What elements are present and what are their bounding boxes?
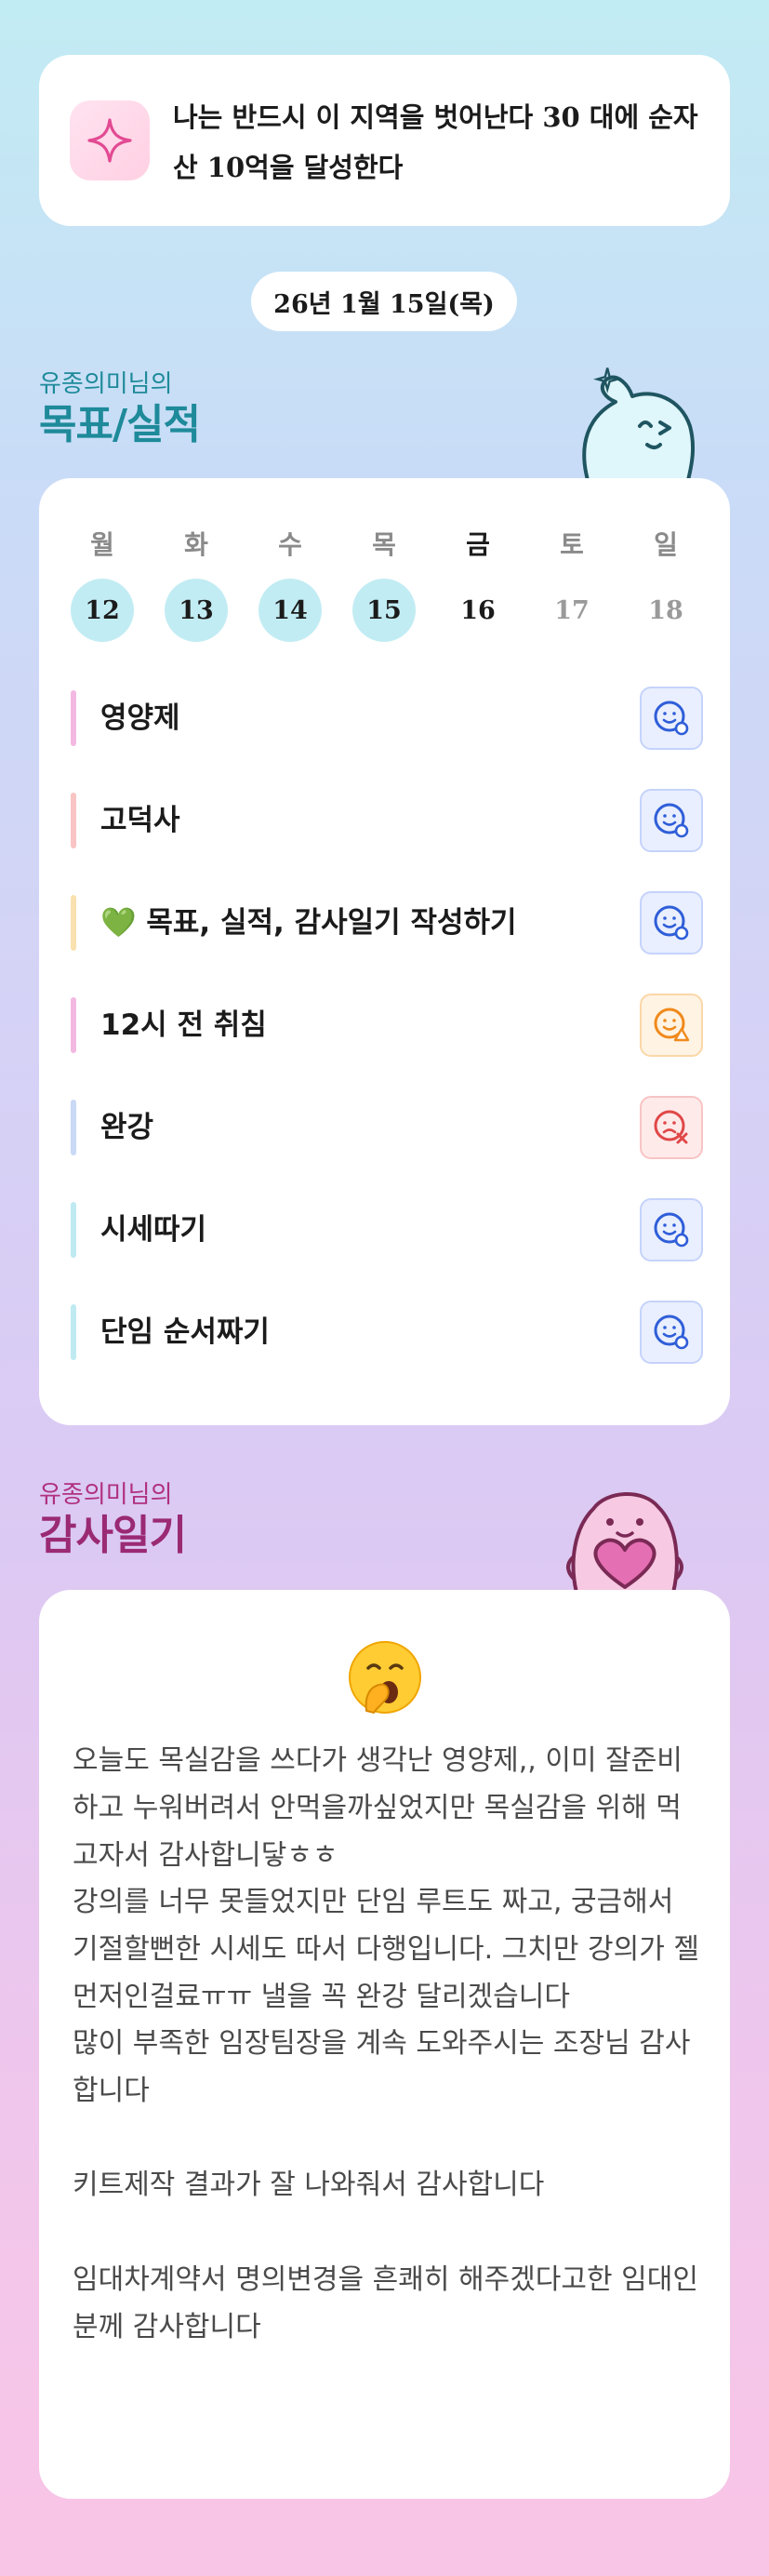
goal-color-bar xyxy=(71,690,76,746)
goal-label: 12시 전 취침 xyxy=(100,1008,267,1042)
date-sun[interactable]: 18 xyxy=(634,579,697,642)
goal-label: 단임 순서짜기 xyxy=(100,1315,270,1349)
goal-color-bar xyxy=(71,1202,76,1258)
goal-row[interactable]: 완강 xyxy=(71,1094,703,1161)
sad-x-icon[interactable] xyxy=(640,1096,703,1159)
date-fri[interactable]: 16 xyxy=(446,579,510,642)
goal-row[interactable]: 단임 순서짜기 xyxy=(71,1299,703,1366)
weekday-sun: 일 xyxy=(654,529,678,560)
weekday-wed: 수 xyxy=(278,529,302,560)
weekday-tue: 화 xyxy=(184,529,208,560)
gratitude-entry: 많이 부족한 임장팀장을 계속 도와주시는 조장님 감사합니다 xyxy=(73,2027,691,2107)
gratitude-card: 오늘도 목실감을 쓰다가 생각난 영양제,, 이미 잘준비하고 누워버려서 안먹… xyxy=(39,1590,730,2499)
date-thu[interactable]: 15 xyxy=(352,579,416,642)
goals-section-title: 목표/실적 xyxy=(39,401,201,448)
smile-check-icon[interactable] xyxy=(640,891,703,954)
smile-warning-icon[interactable] xyxy=(640,994,703,1057)
goal-row[interactable]: 12시 전 취침 xyxy=(71,992,703,1059)
goal-row[interactable]: 영양제 xyxy=(71,685,703,752)
goal-color-bar xyxy=(71,793,76,848)
gratitude-entry: 키트제작 결과가 잘 나와줘서 감사합니다 xyxy=(73,2169,545,2201)
weekday-mon: 월 xyxy=(90,529,114,560)
goal-label: 시세따기 xyxy=(100,1213,207,1247)
date-mon[interactable]: 12 xyxy=(71,579,134,642)
sparkle-icon xyxy=(70,100,150,180)
goal-row[interactable]: 시세따기 xyxy=(71,1196,703,1263)
weekday-fri: 금 xyxy=(466,529,490,560)
gratitude-entry: 오늘도 목실감을 쓰다가 생각난 영양제,, 이미 잘준비하고 누워버려서 안먹… xyxy=(73,1744,683,1872)
gratitude-entry: 강의를 너무 못들었지만 단임 루트도 짜고, 궁금해서 기절할뻔한 시세도 따… xyxy=(73,1886,699,2013)
date-sat[interactable]: 17 xyxy=(540,579,603,642)
goal-label: 영양제 xyxy=(100,701,180,735)
goals-card: 월 화 수 목 금 토 일 12 13 14 15 16 17 18 영양제 고… xyxy=(39,478,730,1425)
weekday-thu: 목 xyxy=(372,529,396,560)
goal-color-bar xyxy=(71,1304,76,1360)
date-selector[interactable]: 26년 1월 15일(목) xyxy=(251,272,517,331)
smile-check-icon[interactable] xyxy=(640,687,703,750)
mascot-heart-icon xyxy=(566,1492,683,1593)
date-wed[interactable]: 14 xyxy=(259,579,322,642)
goal-label: 고덕사 xyxy=(100,804,180,837)
goal-color-bar xyxy=(71,895,76,951)
goal-banner-text: 나는 반드시 이 지역을 벗어난다 30 대에 순자산 10억을 달성한다 xyxy=(173,101,698,183)
mascot-waving-icon xyxy=(582,367,696,480)
smile-check-icon[interactable] xyxy=(640,789,703,852)
goal-banner-card: 나는 반드시 이 지역을 벗어난다 30 대에 순자산 10억을 달성한다 xyxy=(39,55,730,226)
goal-label: 💚 목표, 실적, 감사일기 작성하기 xyxy=(100,906,517,940)
gratitude-entry: 임대차계약서 명의변경을 흔쾌히 해주겠다고한 임대인분께 감사합니다 xyxy=(73,2263,698,2343)
gratitude-section-title: 감사일기 xyxy=(39,1512,187,1559)
goal-color-bar xyxy=(71,1100,76,1155)
date-tue[interactable]: 13 xyxy=(165,579,228,642)
goal-row[interactable]: 💚 목표, 실적, 감사일기 작성하기 xyxy=(71,889,703,956)
goal-row[interactable]: 고덕사 xyxy=(71,787,703,854)
smile-check-icon[interactable] xyxy=(640,1198,703,1261)
goal-color-bar xyxy=(71,997,76,1053)
yawning-face-icon xyxy=(346,1638,424,1716)
goal-label: 완강 xyxy=(100,1111,154,1144)
weekday-sat: 토 xyxy=(560,529,584,560)
smile-check-icon[interactable] xyxy=(640,1301,703,1364)
